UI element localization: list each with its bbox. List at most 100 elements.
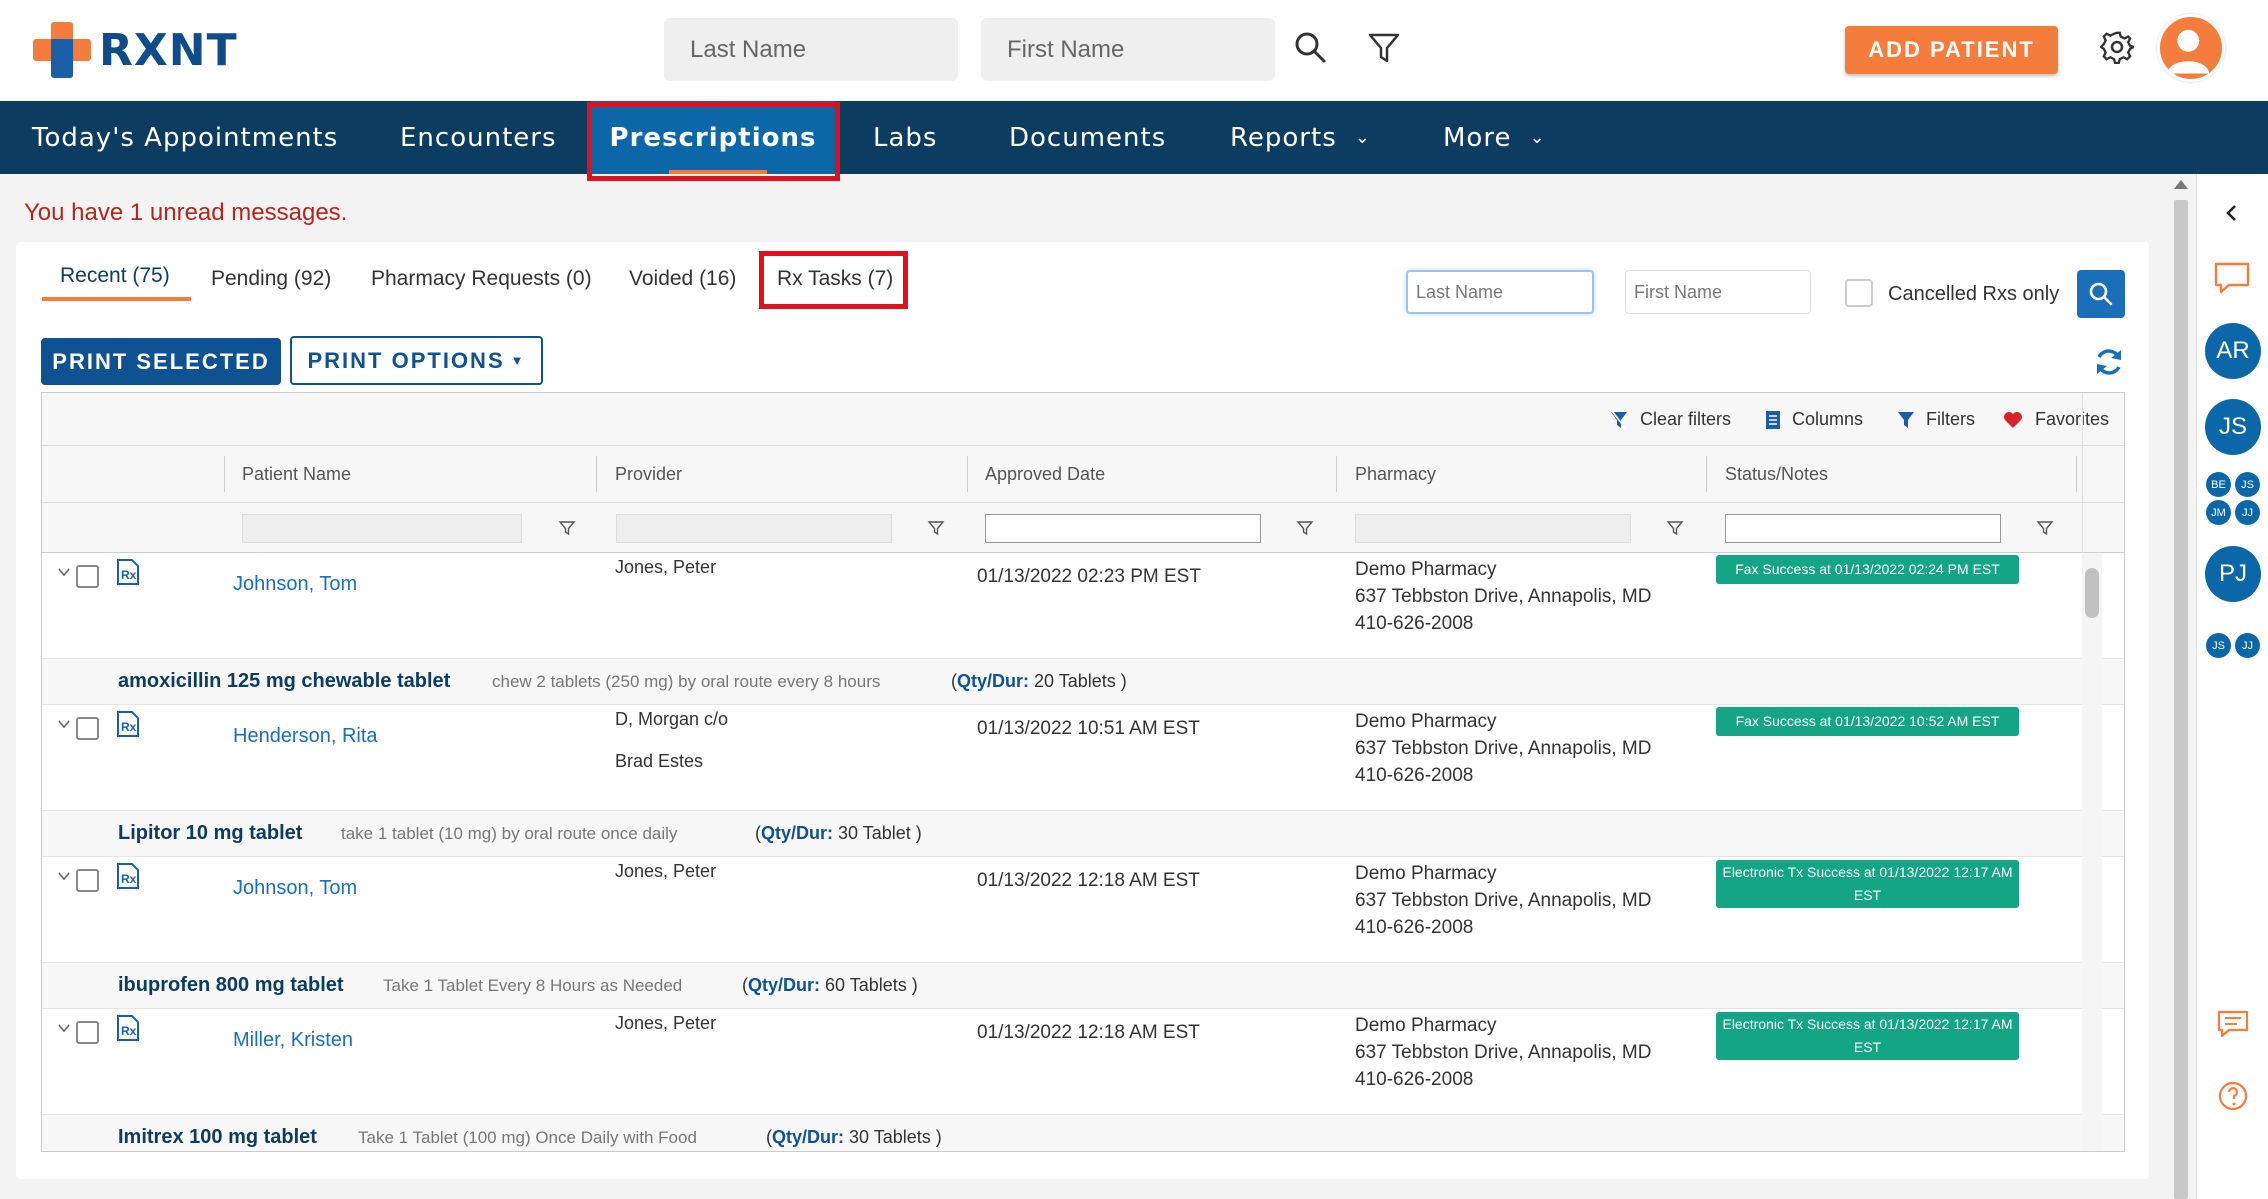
header-first-name-input[interactable]: First Name	[981, 18, 1275, 81]
add-patient-button[interactable]: ADD PATIENT	[1845, 26, 2058, 74]
tab-recent[interactable]: Recent (75)	[60, 264, 170, 288]
filter-icon[interactable]	[1666, 519, 1684, 537]
columns-button[interactable]: Columns	[1766, 409, 1863, 430]
filters-button[interactable]: Filters	[1898, 409, 1975, 430]
col-patient-name[interactable]: Patient Name	[242, 464, 351, 485]
patient-name-link[interactable]: Henderson, Rita	[233, 725, 378, 748]
qty-label: Qty/Dur:	[761, 823, 833, 843]
filter-icon[interactable]	[558, 519, 576, 537]
grid-scrollbar[interactable]	[2082, 553, 2102, 1151]
chevron-down-icon[interactable]	[57, 869, 71, 883]
patient-name-link[interactable]: Johnson, Tom	[233, 573, 357, 596]
patient-filter-input[interactable]	[242, 514, 522, 543]
user-avatar-jm[interactable]: JM	[2206, 500, 2231, 525]
row-checkbox[interactable]	[76, 717, 99, 740]
provider-filter-input[interactable]	[616, 514, 892, 543]
gear-icon[interactable]	[2100, 30, 2134, 64]
clear-filters-button[interactable]: Clear filters	[1610, 409, 1731, 430]
filter-icon	[1898, 411, 1914, 428]
drug-detail-row: Imitrex 100 mg tablet Take 1 Tablet (100…	[42, 1115, 2124, 1151]
grid-scrollbar-thumb[interactable]	[2085, 568, 2099, 618]
date-filter-input[interactable]	[985, 514, 1261, 543]
filter-row	[42, 503, 2124, 553]
filter-icon[interactable]	[1366, 30, 1402, 66]
user-avatar-pj[interactable]: PJ	[2205, 546, 2261, 602]
refresh-icon[interactable]	[2093, 346, 2125, 378]
favorites-label: Favorites	[2035, 409, 2110, 429]
col-provider[interactable]: Provider	[615, 464, 682, 485]
page-scrollbar-thumb[interactable]	[2174, 200, 2188, 1199]
user-avatar[interactable]	[2157, 14, 2225, 82]
search-button[interactable]	[2077, 270, 2125, 318]
user-avatar-js-small[interactable]: JS	[2235, 472, 2260, 497]
user-avatar-be[interactable]: BE	[2206, 472, 2231, 497]
table-row[interactable]: Rx Henderson, Rita D, Morgan c/o Brad Es…	[42, 705, 2124, 811]
message-icon[interactable]	[2217, 1010, 2249, 1038]
columns-icon	[1766, 410, 1780, 429]
chat-icon[interactable]	[2213, 261, 2251, 295]
rx-document-icon[interactable]: Rx	[117, 711, 139, 737]
user-avatar-js-2[interactable]: JS	[2206, 633, 2231, 658]
tab-voided[interactable]: Voided (16)	[629, 267, 736, 291]
provider-name: Jones, Peter	[615, 861, 717, 881]
col-pharmacy[interactable]: Pharmacy	[1355, 464, 1436, 485]
provider-name: Jones, Peter	[615, 1013, 717, 1033]
tab-pharmacy-requests[interactable]: Pharmacy Requests (0)	[371, 267, 592, 291]
tab-pending[interactable]: Pending (92)	[211, 267, 331, 291]
row-checkbox[interactable]	[76, 1021, 99, 1044]
page-scrollbar[interactable]	[2170, 174, 2192, 1199]
favorites-button[interactable]: Favorites	[2003, 409, 2109, 430]
pharmacy-address: 637 Tebbston Drive, Annapolis, MD	[1355, 738, 1652, 759]
user-avatar-ar[interactable]: AR	[2205, 323, 2261, 379]
status-badge: Fax Success at 01/13/2022 02:24 PM EST	[1716, 555, 2019, 584]
rx-document-icon[interactable]: Rx	[117, 559, 139, 585]
chevron-down-icon[interactable]	[57, 1021, 71, 1035]
print-selected-button[interactable]: PRINT SELECTED	[41, 338, 281, 385]
drug-qty: (Qty/Dur: 30 Tablet )	[755, 823, 922, 843]
col-status-notes[interactable]: Status/Notes	[1725, 464, 1828, 485]
pharmacy-phone: 410-626-2008	[1355, 765, 1474, 786]
scroll-up-arrow-icon[interactable]	[2174, 180, 2188, 189]
rx-document-icon[interactable]: Rx	[117, 1015, 139, 1041]
row-checkbox[interactable]	[76, 565, 99, 588]
pharmacy-name: Demo Pharmacy	[1355, 863, 1497, 884]
filter-icon[interactable]	[1296, 519, 1314, 537]
user-avatar-jj[interactable]: JJ	[2235, 500, 2260, 525]
patient-name-link[interactable]: Johnson, Tom	[233, 877, 357, 900]
chevron-down-icon[interactable]	[57, 717, 71, 731]
rx-document-icon[interactable]: Rx	[117, 863, 139, 889]
user-avatar-jj-2[interactable]: JJ	[2235, 633, 2260, 658]
filter-icon[interactable]	[927, 519, 945, 537]
pharmacy-phone: 410-626-2008	[1355, 613, 1474, 634]
rxnt-logo[interactable]: RXNT	[33, 22, 238, 78]
nav-documents[interactable]: Documents	[1009, 101, 1166, 174]
status-filter-input[interactable]	[1725, 514, 2001, 543]
nav-label: Encounters	[400, 122, 557, 153]
table-row[interactable]: Rx Johnson, Tom Jones, Peter 01/13/2022 …	[42, 857, 2124, 963]
search-last-name-input[interactable]: Last Name	[1406, 270, 1594, 314]
row-checkbox[interactable]	[76, 869, 99, 892]
nav-todays-appointments[interactable]: Today's Appointments	[32, 101, 338, 174]
print-options-button[interactable]: PRINT OPTIONS ▼	[290, 336, 543, 385]
chevron-left-icon[interactable]	[2224, 204, 2240, 222]
cancelled-rxs-checkbox[interactable]	[1845, 279, 1873, 307]
help-icon[interactable]	[2217, 1080, 2249, 1112]
nav-more[interactable]: More ⌄	[1443, 101, 1546, 174]
col-approved-date[interactable]: Approved Date	[985, 464, 1105, 485]
user-avatar-js[interactable]: JS	[2205, 399, 2261, 455]
patient-name-link[interactable]: Miller, Kristen	[233, 1029, 353, 1052]
table-row[interactable]: Rx Johnson, Tom Jones, Peter 01/13/2022 …	[42, 553, 2124, 659]
unread-messages-notice[interactable]: You have 1 unread messages.	[24, 199, 347, 227]
table-row[interactable]: Rx Miller, Kristen Jones, Peter 01/13/20…	[42, 1009, 2124, 1115]
filter-icon[interactable]	[2036, 519, 2054, 537]
chevron-down-icon[interactable]	[57, 565, 71, 579]
nav-reports[interactable]: Reports ⌄	[1230, 101, 1371, 174]
search-first-name-input[interactable]: First Name	[1625, 270, 1811, 314]
pharmacy-phone: 410-626-2008	[1355, 917, 1474, 938]
columns-label: Columns	[1792, 409, 1864, 429]
search-icon[interactable]	[1293, 30, 1329, 66]
nav-encounters[interactable]: Encounters	[400, 101, 557, 174]
header-last-name-input[interactable]: Last Name	[664, 18, 958, 81]
pharmacy-filter-input[interactable]	[1355, 514, 1631, 543]
nav-labs[interactable]: Labs	[873, 101, 937, 174]
